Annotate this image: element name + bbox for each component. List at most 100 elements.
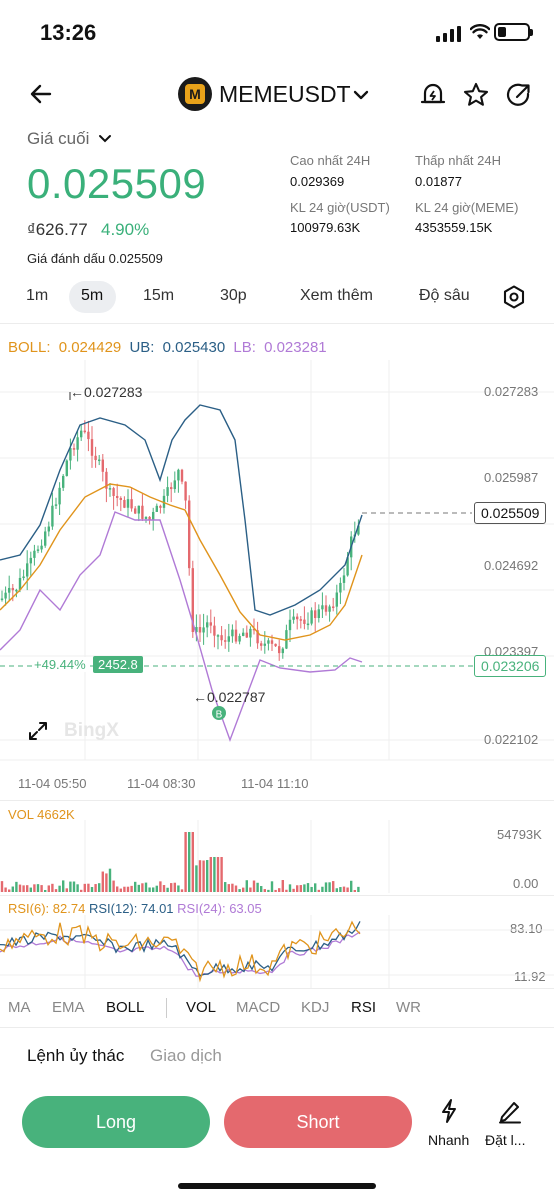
tab-depth[interactable]: Độ sâu <box>419 287 470 305</box>
lightning-icon[interactable] <box>437 1098 461 1124</box>
last-price-label[interactable]: Giá cuối <box>27 129 112 149</box>
pair-logo: M <box>178 77 212 111</box>
indicator-boll[interactable]: BOLL <box>106 999 144 1016</box>
volume-bar <box>54 889 58 892</box>
candle-body <box>108 488 112 490</box>
candle-body <box>296 616 299 620</box>
volume-bar <box>94 884 97 892</box>
bell-icon[interactable] <box>418 80 448 110</box>
candle-body <box>101 459 104 472</box>
candle-body <box>148 516 151 520</box>
candle-body <box>288 619 292 631</box>
volume-bar <box>29 887 32 892</box>
volume-bar <box>98 883 101 892</box>
candle-body <box>51 505 54 527</box>
share-icon[interactable] <box>504 80 534 110</box>
indicator-ma[interactable]: MA <box>8 999 31 1016</box>
candle-body <box>58 487 61 505</box>
indicator-wr[interactable]: WR <box>396 999 421 1016</box>
candle-body <box>202 627 205 633</box>
volume-bar <box>44 889 47 892</box>
rsi12-value: 74.01 <box>141 901 174 916</box>
position-pnl-percent: +49.44% <box>34 657 86 672</box>
position-quantity[interactable]: 2452.8 <box>93 656 143 673</box>
volume-bar <box>47 885 50 892</box>
candle-body <box>234 629 238 642</box>
indicator-kdj[interactable]: KDJ <box>301 999 329 1016</box>
tab-5m[interactable]: 5m <box>81 287 103 305</box>
volume-bar <box>18 884 22 892</box>
low-24h-value: 0.01877 <box>415 174 462 189</box>
home-indicator <box>178 1183 376 1189</box>
candle-body <box>177 469 180 481</box>
time-axis-label: 11-04 05:50 <box>18 776 87 791</box>
tab-trade[interactable]: Giao dịch <box>150 1046 222 1066</box>
candle-body <box>328 606 331 612</box>
volume-bar <box>234 885 238 892</box>
candle-body <box>206 622 209 628</box>
volume-bar <box>33 884 36 892</box>
price-axis-label: 0.022102 <box>484 732 539 747</box>
volume-bar <box>357 886 360 892</box>
place-order-label[interactable]: Đặt l... <box>485 1132 525 1148</box>
volume-bars <box>0 832 360 892</box>
back-arrow-icon[interactable] <box>28 80 56 108</box>
candle-body <box>245 632 248 638</box>
tab-more[interactable]: Xem thêm <box>300 287 373 305</box>
candle-body <box>263 643 266 646</box>
candle-body <box>180 469 184 482</box>
wifi-icon <box>470 24 490 39</box>
volume-bar <box>339 887 342 892</box>
rsi6-label: RSI(6): <box>8 901 50 916</box>
volume-bar <box>195 865 198 892</box>
indicator-rsi[interactable]: RSI <box>351 999 376 1016</box>
volume-bar <box>342 886 346 892</box>
tab-1m[interactable]: 1m <box>26 287 48 305</box>
volume-bar <box>62 880 65 892</box>
rsi-chart <box>0 915 554 988</box>
volume-bar <box>180 889 184 892</box>
volume-bar <box>148 887 151 892</box>
indicator-vol[interactable]: VOL <box>186 999 216 1016</box>
volume-bar <box>144 882 148 892</box>
divider <box>0 800 554 801</box>
high-24h-value: 0.029369 <box>290 174 345 189</box>
price-axis-label: 0.027283 <box>484 384 539 399</box>
boll-lb-label: LB: <box>233 339 256 356</box>
volume-bar <box>263 889 266 892</box>
candle-body <box>188 500 191 569</box>
pencil-icon[interactable] <box>497 1098 523 1124</box>
candle-body <box>231 629 234 637</box>
quick-action-label[interactable]: Nhanh <box>428 1132 469 1148</box>
indicator-ema[interactable]: EMA <box>52 999 85 1016</box>
pair-name[interactable]: MEMEUSDT <box>219 81 351 108</box>
expand-icon[interactable] <box>27 720 49 742</box>
volume-bar <box>58 885 61 892</box>
volume-bar <box>198 860 202 892</box>
boll-mid-value: 0.024429 <box>58 339 122 356</box>
chevron-down-icon[interactable] <box>350 84 372 106</box>
candle-body <box>36 549 40 551</box>
long-button[interactable]: Long <box>22 1096 210 1148</box>
volume-bar <box>162 885 166 892</box>
short-button[interactable]: Short <box>224 1096 412 1148</box>
candle-body <box>119 497 122 500</box>
volume-bar <box>116 886 119 892</box>
last-price: 0.025509 <box>27 160 207 207</box>
volume-bar <box>87 883 90 892</box>
tab-order[interactable]: Lệnh ủy thác <box>27 1046 124 1066</box>
high-24h-label: Cao nhất 24H <box>290 153 371 168</box>
volume-bar <box>72 881 76 892</box>
candle-body <box>4 592 7 599</box>
volume-bar <box>209 857 212 892</box>
settings-icon[interactable] <box>501 284 527 310</box>
tab-15m[interactable]: 15m <box>143 287 174 305</box>
indicator-macd[interactable]: MACD <box>236 999 280 1016</box>
star-icon[interactable] <box>461 80 491 110</box>
candle-body <box>342 575 346 583</box>
volume-bar <box>267 889 270 892</box>
volume-bar <box>11 886 14 892</box>
candle-body <box>72 448 76 450</box>
tab-30p[interactable]: 30p <box>220 287 247 305</box>
volume-bar <box>105 873 108 892</box>
